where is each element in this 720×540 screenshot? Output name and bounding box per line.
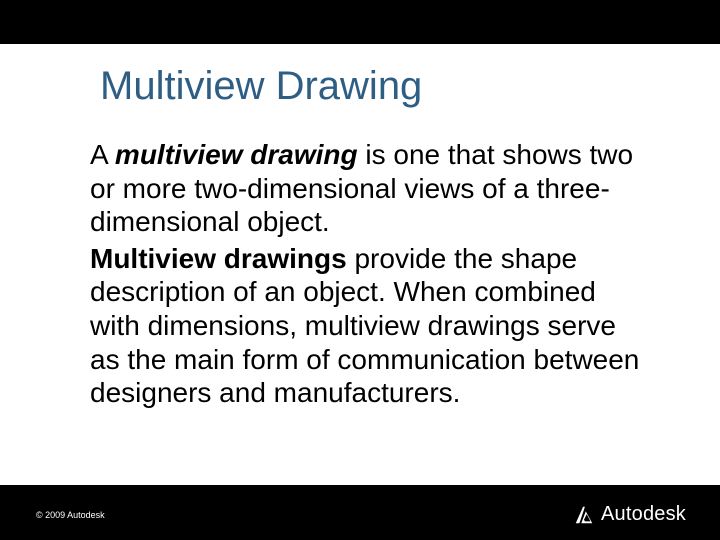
top-bar	[0, 0, 720, 44]
paragraph-1: A multiview drawing is one that shows tw…	[90, 138, 650, 239]
slide-title: Multiview Drawing	[100, 64, 660, 108]
autodesk-logo-icon	[573, 504, 595, 526]
p2-term: Multiview drawings	[90, 243, 347, 274]
paragraph-2: Multiview drawings provide the shape des…	[90, 242, 650, 410]
p1-prefix: A	[90, 139, 115, 170]
copyright-text: © 2009 Autodesk	[36, 510, 105, 520]
slide-body: A multiview drawing is one that shows tw…	[90, 138, 650, 413]
autodesk-logo: Autodesk	[573, 503, 686, 526]
bottom-bar: © 2009 Autodesk Autodesk	[0, 485, 720, 540]
p1-term: multiview drawing	[115, 139, 358, 170]
autodesk-logo-text: Autodesk	[601, 503, 686, 526]
